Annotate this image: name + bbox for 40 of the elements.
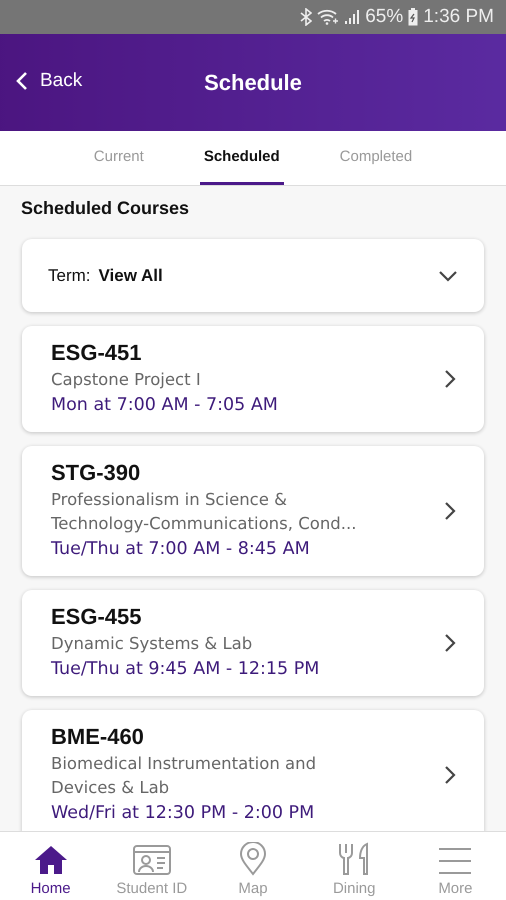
id-card-icon	[132, 844, 172, 876]
course-code: STG-390	[51, 460, 142, 486]
signal-icon	[344, 9, 360, 25]
course-code: ESG-451	[51, 340, 142, 366]
chevron-right-icon	[444, 369, 456, 389]
term-value: View All	[98, 266, 163, 286]
bluetooth-icon	[300, 8, 312, 26]
course-code: ESG-455	[51, 604, 142, 630]
course-time: Tue/Thu at 7:00 AM - 8:45 AM	[51, 538, 311, 561]
tab[interactable]: Scheduled	[200, 131, 284, 185]
chevron-right-icon	[444, 633, 456, 653]
course-card[interactable]: BME-460 Biomedical Instrumentation and Devices & Lab Wed/Fri at 12:30 PM - 2:00 PM	[22, 710, 484, 831]
chevron-down-icon	[438, 270, 458, 282]
course-name: Capstone Project I	[51, 369, 202, 391]
map-pin-icon	[239, 842, 267, 876]
course-name: Dynamic Systems & Lab	[51, 633, 254, 655]
home-icon	[32, 844, 69, 876]
course-time: Tue/Thu at 9:45 AM - 12:15 PM	[51, 658, 320, 681]
chevron-right-icon	[444, 501, 456, 521]
battery-icon	[408, 8, 418, 26]
nav-item[interactable]: Home	[0, 832, 102, 900]
battery-percent: 65%	[365, 6, 404, 28]
wifi-icon	[317, 9, 340, 25]
course-name: Biomedical Instrumentation and Devices & Lab	[51, 753, 318, 799]
clock-time: 1:36 PM	[423, 6, 494, 28]
chevron-right-icon	[444, 765, 456, 785]
course-card[interactable]: STG-390 Professionalism in Science & Technology-Communications, Cond... Tue/Thu at 7:00 AM - 8:45 AM	[22, 446, 484, 576]
course-name: Professionalism in Science & Technology-Communications, Cond...	[51, 489, 358, 535]
screen-title: Schedule	[204, 70, 302, 96]
course-code: BME-460	[51, 724, 145, 750]
term-dropdown[interactable]: Term: View All	[22, 239, 484, 312]
section-title: Scheduled Courses	[21, 198, 190, 219]
course-time: Mon at 7:00 AM - 7:05 AM	[51, 394, 279, 417]
course-card[interactable]: ESG-451 Capstone Project I Mon at 7:00 AM - 7:05 AM	[22, 326, 484, 432]
course-time: Wed/Fri at 12:30 PM - 2:00 PM	[51, 802, 316, 825]
chevron-left-icon	[16, 71, 28, 91]
back-button[interactable]: Back	[16, 70, 82, 92]
course-card[interactable]: ESG-455 Dynamic Systems & Lab Tue/Thu at 9:45 AM - 12:15 PM	[22, 590, 484, 696]
menu-icon	[438, 846, 472, 876]
term-label: Term:	[48, 266, 90, 286]
